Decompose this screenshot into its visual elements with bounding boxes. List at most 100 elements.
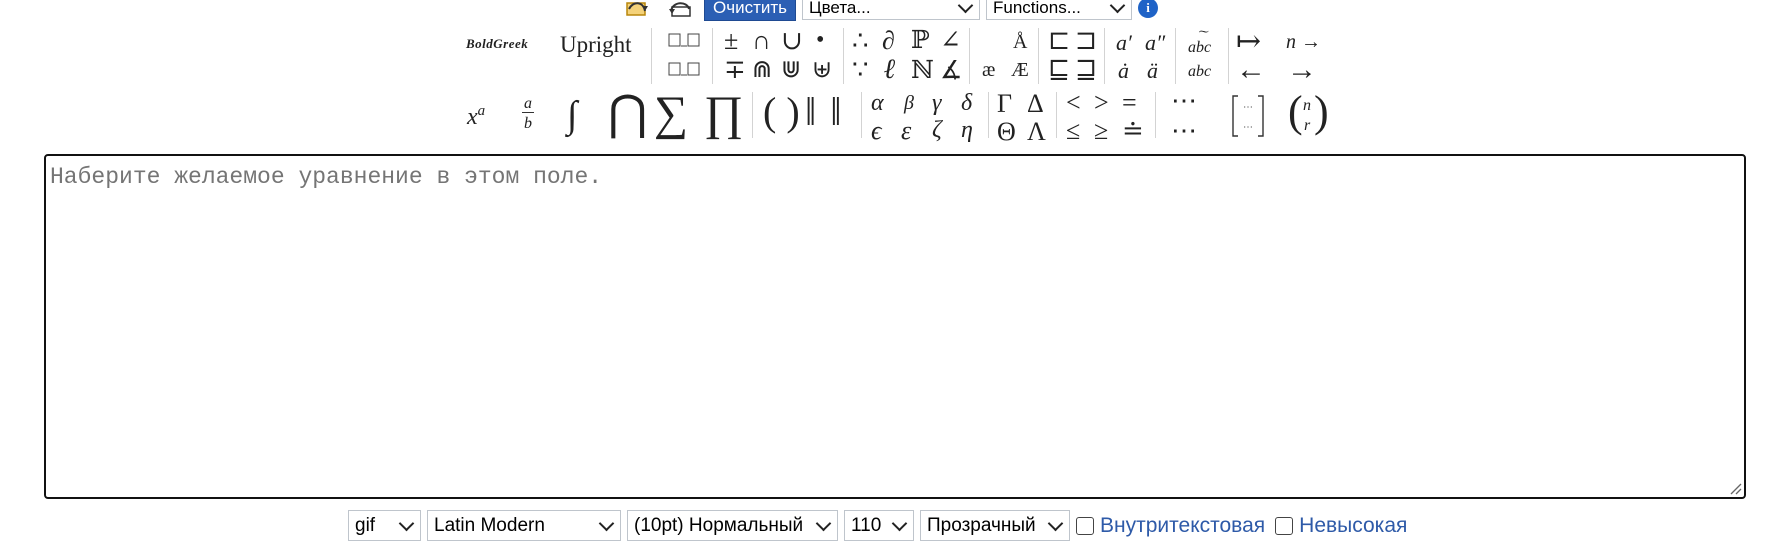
delta-upper-button[interactable]: Δ [1027, 91, 1044, 117]
cdots-lower-button[interactable]: ⋯ [1171, 118, 1197, 144]
clear-button[interactable]: Очистить [704, 0, 797, 21]
spacing-icon[interactable] [667, 59, 703, 83]
bold-greek-button[interactable]: BoldGreek [466, 37, 528, 50]
separator [752, 92, 753, 138]
cap-button[interactable]: ∩ [752, 28, 771, 54]
separator [712, 28, 713, 84]
double-p-button[interactable]: ℙ [911, 28, 930, 53]
parentheses-button[interactable]: ( ) [763, 92, 800, 132]
inline-checkbox[interactable] [1076, 516, 1094, 535]
background-select-value: Прозрачный [927, 514, 1036, 536]
separator [651, 28, 652, 84]
doteq-button[interactable]: ≐ [1122, 118, 1144, 144]
double-prime-button[interactable]: a″ [1145, 32, 1165, 54]
cup-button[interactable]: ∪ [781, 28, 803, 54]
chevron-down-icon [1047, 515, 1064, 531]
greater-than-button[interactable]: > [1094, 90, 1109, 116]
ddot-accent-button[interactable]: ä [1147, 60, 1158, 82]
double-cap-button[interactable]: ⋒ [752, 58, 772, 82]
separator [1155, 92, 1156, 138]
product-button[interactable]: ∏ [704, 90, 744, 138]
plus-minus-button[interactable]: ± [724, 28, 738, 54]
sqsubseteq-button[interactable]: ⊑ [1048, 57, 1070, 83]
prime-button[interactable]: a′ [1116, 32, 1132, 54]
superscript-button[interactable]: xa [467, 104, 485, 130]
less-than-button[interactable]: < [1066, 90, 1081, 116]
resolution-select[interactable]: 110 [844, 510, 914, 541]
separator [1104, 28, 1105, 84]
measured-angle-button[interactable]: ∡ [940, 58, 962, 83]
partial-button[interactable]: ∂ [882, 28, 895, 54]
angle-button[interactable]: ∠ [940, 28, 961, 53]
delta-button[interactable]: δ [961, 91, 972, 115]
resolution-select-value: 110 [851, 514, 882, 536]
info-icon[interactable]: i [1138, 0, 1159, 18]
double-cup-button[interactable]: ⋓ [781, 58, 801, 82]
gamma-upper-button[interactable]: Γ [997, 91, 1012, 117]
bullet-button[interactable]: • [816, 28, 824, 52]
because-button[interactable]: ∵ [852, 57, 869, 83]
redo-icon[interactable] [662, 0, 698, 20]
colors-select-value: Цвета... [809, 0, 871, 17]
a-ring-button[interactable]: Å [1013, 32, 1027, 52]
big-cap-button[interactable]: ⋂ [608, 90, 647, 138]
equals-button[interactable]: = [1122, 90, 1137, 116]
spacing-icon[interactable] [667, 30, 703, 54]
norm-button[interactable]: ‖ ‖ [805, 92, 843, 132]
format-select[interactable]: gif [348, 510, 421, 541]
equation-input[interactable] [46, 156, 1744, 497]
sum-button[interactable]: ∑ [654, 90, 688, 138]
ell-button[interactable]: ℓ [884, 56, 896, 84]
binomial-bottom: r [1304, 117, 1311, 134]
minus-plus-button[interactable]: ∓ [724, 57, 746, 83]
equation-editor[interactable] [44, 154, 1746, 499]
cdots-button[interactable]: ⋯ [1171, 88, 1197, 114]
upright-button[interactable]: Upright [560, 33, 632, 56]
font-select[interactable]: Latin Modern [427, 510, 621, 541]
leq-button[interactable]: ≤ [1066, 118, 1080, 144]
wide-hat-label: abc [1188, 63, 1212, 80]
fraction-numerator: a [522, 95, 534, 113]
svg-text:⋯: ⋯ [1243, 122, 1253, 133]
background-select[interactable]: Прозрачный [920, 510, 1070, 541]
varepsilon-button[interactable]: ε [901, 118, 911, 144]
therefore-button[interactable]: ∴ [852, 28, 869, 54]
eta-button[interactable]: η [961, 118, 973, 142]
left-arrow-button[interactable]: ← [1236, 55, 1266, 85]
n-to-arrow-button[interactable]: n → [1286, 32, 1321, 52]
functions-select[interactable]: Functions... [986, 0, 1133, 20]
lambda-upper-button[interactable]: Λ [1027, 119, 1046, 145]
undo-icon[interactable] [620, 0, 656, 20]
theta-upper-button[interactable]: Θ [997, 119, 1016, 145]
separator [969, 28, 970, 84]
wide-hat-button[interactable]: abc [1188, 64, 1211, 80]
dot-accent-button[interactable]: ȧ [1118, 60, 1129, 82]
zeta-button[interactable]: ζ [932, 118, 942, 142]
sqsupseteq-button[interactable]: ⊒ [1075, 57, 1097, 83]
fraction-button[interactable]: a b [522, 96, 534, 132]
uplus-button[interactable]: ⊎ [812, 58, 832, 82]
right-arrow-button[interactable]: → [1287, 55, 1317, 85]
sqsupset-button[interactable]: ⊐ [1075, 28, 1097, 54]
top-toolbar: Очистить Цвета... Functions... i [620, 0, 1159, 22]
alpha-button[interactable]: α [871, 91, 884, 115]
ae-button[interactable]: æ [982, 60, 995, 80]
inline-label[interactable]: Внутритекстовая [1100, 514, 1265, 538]
integral-button[interactable]: ∫ [567, 96, 577, 134]
beta-button[interactable]: β [904, 93, 914, 113]
size-select[interactable]: (10pt) Нормальный [627, 510, 838, 541]
compressed-label[interactable]: Невысокая [1299, 514, 1407, 538]
double-n-button[interactable]: ℕ [911, 58, 934, 83]
matrix-icon[interactable]: ⋯ ⋯ [1230, 94, 1266, 142]
epsilon-button[interactable]: ϵ [871, 118, 881, 144]
sqsubset-button[interactable]: ⊏ [1048, 28, 1070, 54]
wide-tilde-button[interactable]: ͠abc [1188, 34, 1211, 56]
separator [1056, 92, 1057, 138]
gamma-button[interactable]: γ [932, 91, 941, 115]
colors-select[interactable]: Цвета... [802, 0, 981, 20]
ae-capital-button[interactable]: Æ [1011, 60, 1029, 80]
compressed-checkbox[interactable] [1275, 516, 1294, 535]
geq-button[interactable]: ≥ [1094, 118, 1108, 144]
resize-grip-icon[interactable] [1728, 481, 1742, 495]
superscript-base: x [467, 104, 478, 130]
